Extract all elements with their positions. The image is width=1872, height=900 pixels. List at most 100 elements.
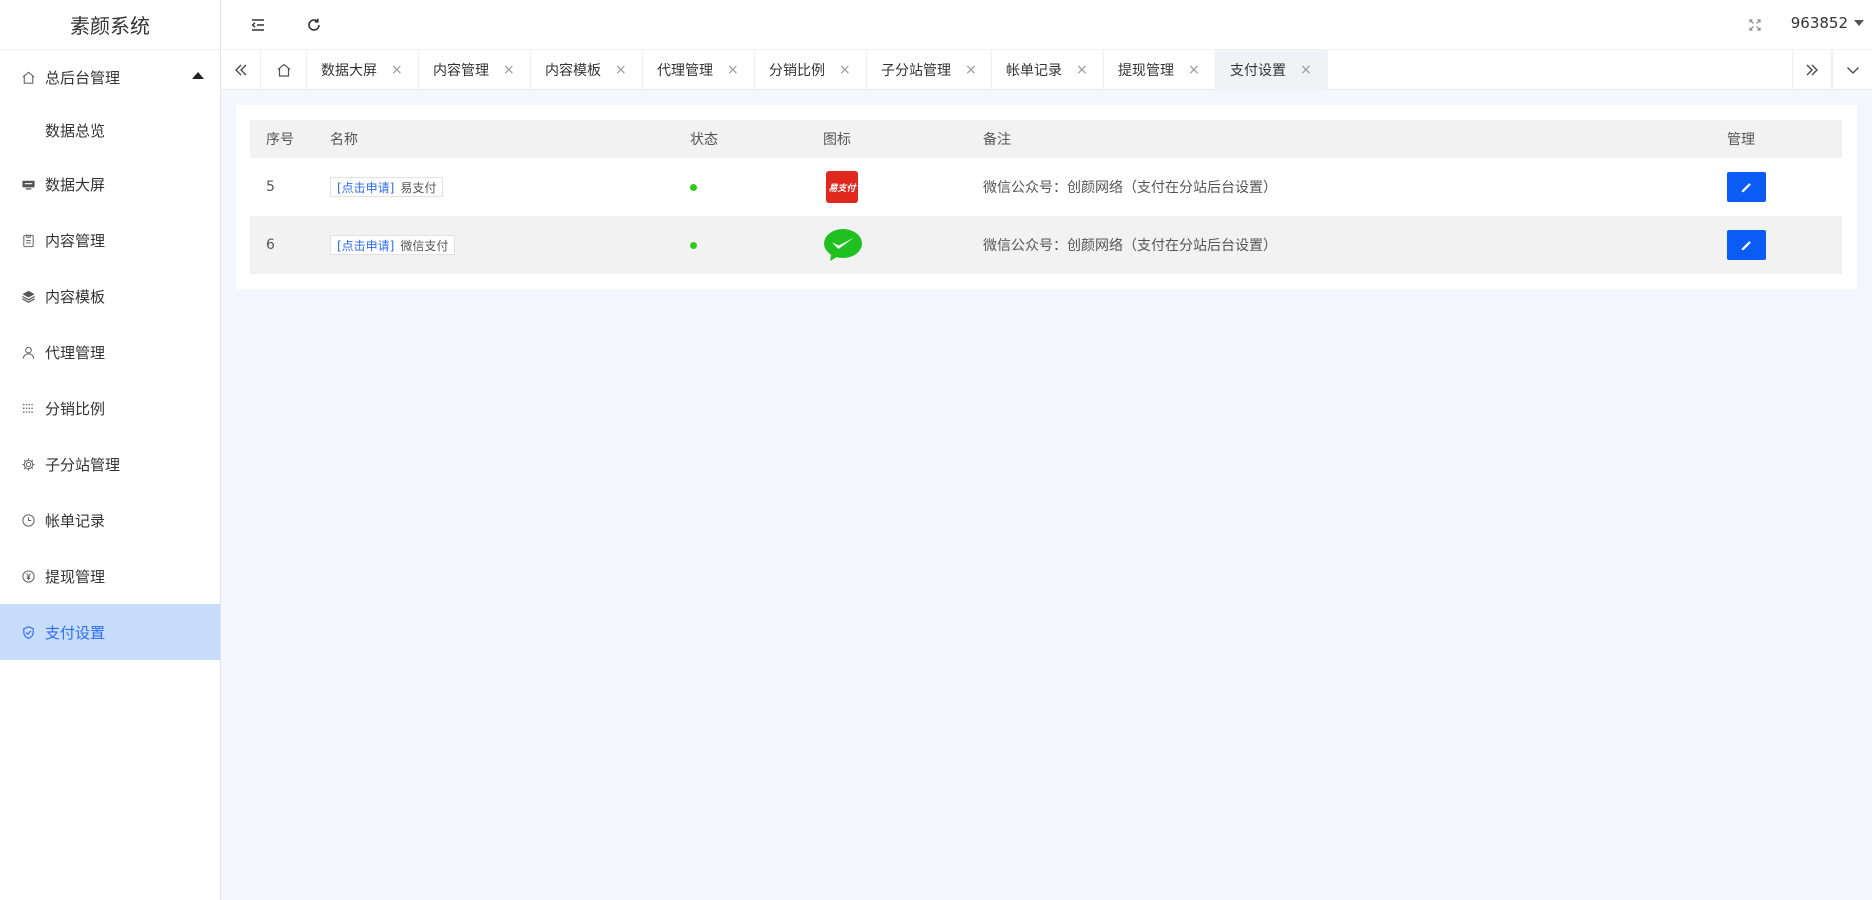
tab-label: 支付设置 bbox=[1230, 63, 1286, 79]
close-icon[interactable]: × bbox=[1300, 62, 1312, 78]
sidebar-item-label: 总后台管理 bbox=[45, 68, 121, 87]
refresh-icon[interactable] bbox=[302, 13, 326, 37]
tab-label: 子分站管理 bbox=[881, 63, 951, 79]
tab-template[interactable]: 内容模板 × bbox=[531, 50, 643, 90]
chevron-down-icon bbox=[1854, 20, 1864, 26]
payment-name: 易支付 bbox=[400, 180, 437, 195]
edit-button[interactable] bbox=[1727, 172, 1766, 202]
app-title: 素颜系统 bbox=[0, 0, 220, 50]
sidebar-item-label: 分销比例 bbox=[45, 399, 106, 418]
sidebar-item-big-screen[interactable]: 数据大屏 bbox=[0, 156, 220, 212]
tab-content[interactable]: 内容管理 × bbox=[419, 50, 531, 90]
sidebar-item-label: 数据总览 bbox=[45, 121, 106, 140]
sidebar-item-content[interactable]: 内容管理 bbox=[0, 212, 220, 268]
row-note: 微信公众号：创颜网络（支付在分站后台设置） bbox=[967, 216, 1711, 274]
grid-dots-icon bbox=[20, 400, 36, 416]
caret-up-icon bbox=[192, 72, 204, 79]
row-note: 微信公众号：创颜网络（支付在分站后台设置） bbox=[967, 158, 1711, 216]
name-tag: [点击申请] 微信支付 bbox=[330, 235, 456, 255]
row-status bbox=[674, 158, 807, 216]
tab-bar: 数据大屏 × 内容管理 × 内容模板 × 代理管理 × 分销比例 × 子分站管理… bbox=[221, 50, 1872, 90]
column-header-icon: 图标 bbox=[807, 120, 967, 158]
user-icon bbox=[20, 344, 36, 360]
close-icon[interactable]: × bbox=[1076, 62, 1088, 78]
name-tag: [点击申请] 易支付 bbox=[330, 177, 444, 197]
sidebar-item-label: 数据大屏 bbox=[45, 175, 106, 194]
epay-logo-icon: 易支付 bbox=[826, 171, 858, 203]
tab-home[interactable] bbox=[261, 50, 307, 90]
status-dot bbox=[690, 184, 697, 191]
sidebar: 素颜系统 总后台管理 数据总览 数据大屏 内容管理 内容模板 代理管理 分销比例… bbox=[0, 0, 221, 900]
row-manage bbox=[1711, 216, 1842, 274]
close-icon[interactable]: × bbox=[503, 62, 515, 78]
tab-bills[interactable]: 帐单记录 × bbox=[992, 50, 1104, 90]
sidebar-item-overview[interactable]: 数据总览 bbox=[0, 104, 220, 156]
row-name: [点击申请] 易支付 bbox=[314, 158, 674, 216]
tab-menu-chevron-down-icon[interactable] bbox=[1832, 50, 1872, 90]
sidebar-item-withdraw[interactable]: 提现管理 bbox=[0, 548, 220, 604]
pencil-icon bbox=[1740, 239, 1753, 252]
sidebar-item-label: 内容模板 bbox=[45, 287, 106, 306]
tab-label: 数据大屏 bbox=[321, 63, 377, 79]
sidebar-item-distribution[interactable]: 分销比例 bbox=[0, 380, 220, 436]
close-icon[interactable]: × bbox=[1188, 62, 1200, 78]
gear-icon bbox=[20, 456, 36, 472]
tab-label: 帐单记录 bbox=[1006, 63, 1062, 79]
payment-settings-card: 序号 名称 状态 图标 备注 管理 5 [点击申请] 易支付 易支付 微信公众号… bbox=[236, 105, 1857, 289]
tab-scroll-left-icon[interactable] bbox=[221, 50, 261, 90]
apply-link[interactable]: [点击申请] bbox=[337, 237, 394, 254]
user-name: 963852 bbox=[1790, 14, 1848, 32]
sidebar-item-payment[interactable]: 支付设置 bbox=[0, 604, 220, 660]
wechat-pay-logo-icon bbox=[823, 228, 863, 262]
edit-button[interactable] bbox=[1727, 230, 1766, 260]
tab-scroll-right-icon[interactable] bbox=[1792, 50, 1832, 90]
tab-distribution[interactable]: 分销比例 × bbox=[755, 50, 867, 90]
close-icon[interactable]: × bbox=[615, 62, 627, 78]
monitor-icon bbox=[20, 176, 36, 192]
collapse-menu-icon[interactable] bbox=[246, 13, 270, 37]
close-icon[interactable]: × bbox=[391, 62, 403, 78]
row-icon bbox=[807, 216, 967, 274]
tab-label: 内容模板 bbox=[545, 63, 601, 79]
payment-name: 微信支付 bbox=[400, 238, 449, 253]
row-icon: 易支付 bbox=[807, 158, 967, 216]
table-row: 5 [点击申请] 易支付 易支付 微信公众号：创颜网络（支付在分站后台设置） bbox=[250, 158, 1842, 216]
tab-big-screen[interactable]: 数据大屏 × bbox=[307, 50, 419, 90]
sidebar-item-substation[interactable]: 子分站管理 bbox=[0, 436, 220, 492]
tab-label: 代理管理 bbox=[657, 63, 713, 79]
tab-payment[interactable]: 支付设置 × bbox=[1216, 50, 1328, 90]
close-icon[interactable]: × bbox=[965, 62, 977, 78]
sidebar-item-template[interactable]: 内容模板 bbox=[0, 268, 220, 324]
home-icon bbox=[20, 69, 36, 85]
sidebar-item-admin[interactable]: 总后台管理 bbox=[0, 50, 220, 104]
tab-substation[interactable]: 子分站管理 × bbox=[867, 50, 992, 90]
sidebar-item-bills[interactable]: 帐单记录 bbox=[0, 492, 220, 548]
row-status bbox=[674, 216, 807, 274]
sidebar-item-label: 提现管理 bbox=[45, 567, 106, 586]
sidebar-item-agent[interactable]: 代理管理 bbox=[0, 324, 220, 380]
column-header-name: 名称 bbox=[314, 120, 674, 158]
close-icon[interactable]: × bbox=[727, 62, 739, 78]
tab-agent[interactable]: 代理管理 × bbox=[643, 50, 755, 90]
row-id: 6 bbox=[250, 216, 314, 274]
layers-icon bbox=[20, 288, 36, 304]
top-header: 963852 bbox=[221, 0, 1872, 50]
column-header-manage: 管理 bbox=[1711, 120, 1842, 158]
table-header-row: 序号 名称 状态 图标 备注 管理 bbox=[250, 120, 1842, 158]
yen-icon bbox=[20, 568, 36, 584]
row-manage bbox=[1711, 158, 1842, 216]
clipboard-icon bbox=[20, 232, 36, 248]
status-dot bbox=[690, 242, 697, 249]
close-icon[interactable]: × bbox=[839, 62, 851, 78]
shield-check-icon bbox=[20, 624, 36, 640]
sidebar-item-label: 帐单记录 bbox=[45, 511, 106, 530]
table-row: 6 [点击申请] 微信支付 微信公众号：创颜网络（支付在分站后台设置） bbox=[250, 216, 1842, 274]
tab-list: 数据大屏 × 内容管理 × 内容模板 × 代理管理 × 分销比例 × 子分站管理… bbox=[261, 50, 1328, 90]
column-header-id: 序号 bbox=[250, 120, 314, 158]
tab-withdraw[interactable]: 提现管理 × bbox=[1104, 50, 1216, 90]
sidebar-item-label: 内容管理 bbox=[45, 231, 106, 250]
fullscreen-icon[interactable] bbox=[1743, 13, 1767, 37]
home-icon bbox=[276, 62, 292, 78]
user-menu[interactable]: 963852 bbox=[1791, 14, 1864, 32]
apply-link[interactable]: [点击申请] bbox=[337, 179, 394, 196]
